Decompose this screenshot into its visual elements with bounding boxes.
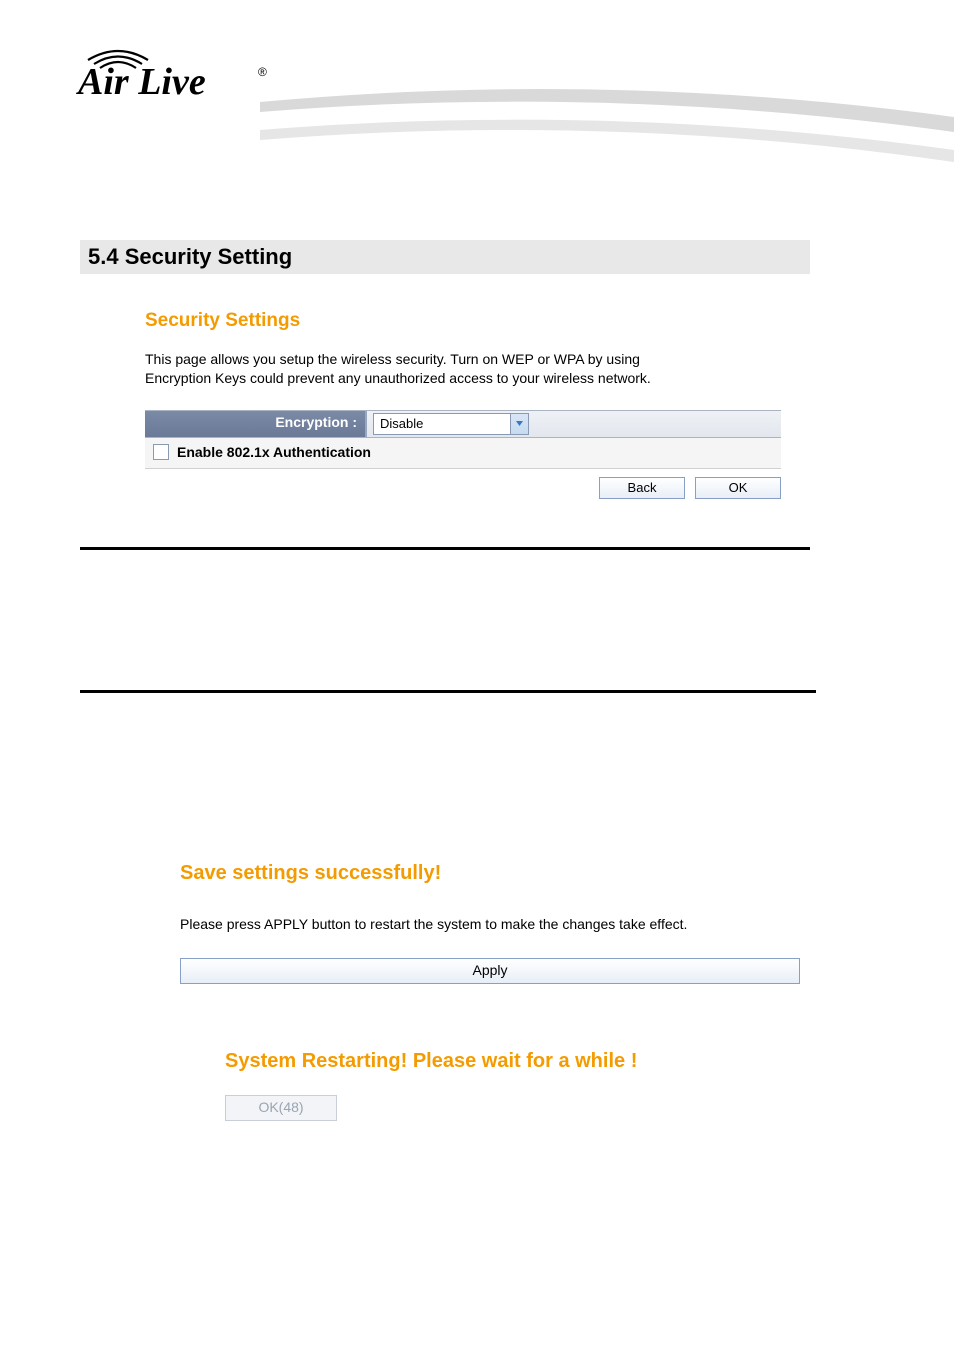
encryption-value: Disable <box>374 414 510 434</box>
svg-text:Air Live: Air Live <box>76 61 206 103</box>
save-title: Save settings successfully! <box>180 862 800 885</box>
brand-logo: Air Live ® <box>70 34 275 104</box>
encryption-dropdown[interactable]: Disable <box>373 413 529 435</box>
divider <box>80 690 816 693</box>
page: Air Live ® 5.4 Security Setting Security… <box>0 0 954 1350</box>
chevron-down-icon <box>510 414 528 434</box>
header-swoosh <box>260 82 954 172</box>
encryption-control: Disable <box>367 411 781 437</box>
enable-8021x-label: Enable 802.1x Authentication <box>177 444 371 460</box>
security-settings-panel: Security Settings This page allows you s… <box>145 310 781 499</box>
apply-button[interactable]: Apply <box>180 958 800 984</box>
save-settings-panel: Save settings successfully! Please press… <box>180 862 800 984</box>
divider <box>80 547 810 550</box>
restart-title: System Restarting! Please wait for a whi… <box>225 1050 785 1073</box>
security-button-row: Back OK <box>145 469 781 499</box>
section-heading: 5.4 Security Setting <box>88 244 292 270</box>
encryption-label: Encryption : <box>145 411 367 437</box>
security-title: Security Settings <box>145 310 781 332</box>
security-description: This page allows you setup the wireless … <box>145 350 665 388</box>
section-heading-bar: 5.4 Security Setting <box>80 240 810 274</box>
enable-8021x-checkbox[interactable] <box>153 444 169 460</box>
enable-8021x-row: Enable 802.1x Authentication <box>145 438 781 469</box>
encryption-row: Encryption : Disable <box>145 410 781 438</box>
system-restarting-panel: System Restarting! Please wait for a whi… <box>225 1050 785 1121</box>
svg-text:®: ® <box>258 65 267 79</box>
ok-button[interactable]: OK <box>695 477 781 499</box>
ok-countdown-button: OK(48) <box>225 1095 337 1121</box>
save-description: Please press APPLY button to restart the… <box>180 915 800 934</box>
back-button[interactable]: Back <box>599 477 685 499</box>
